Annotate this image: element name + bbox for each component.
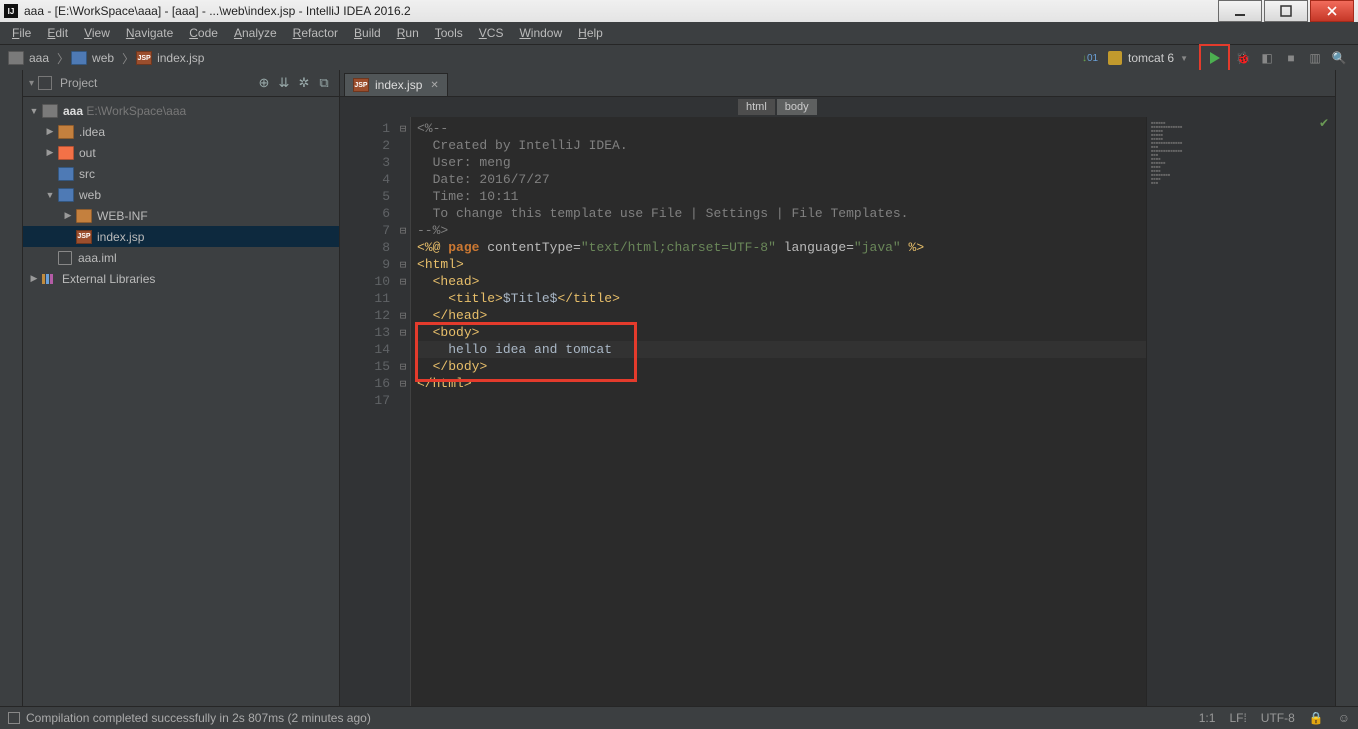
folder-src-icon <box>58 167 74 181</box>
menu-run[interactable]: Run <box>397 26 419 40</box>
menu-code[interactable]: Code <box>189 26 218 40</box>
editor-tab-indexjsp[interactable]: JSP index.jsp ✕ <box>344 73 448 96</box>
layout-button[interactable]: ▥ <box>1304 47 1326 69</box>
hector-icon[interactable]: ☺ <box>1338 711 1350 725</box>
code-content[interactable]: <%-- Created by IntelliJ IDEA. User: men… <box>411 117 1146 707</box>
coverage-button[interactable]: ◧ <box>1256 47 1278 69</box>
search-everywhere-button[interactable]: 🔍 <box>1328 47 1350 69</box>
tree-iml[interactable]: aaa.iml <box>23 247 339 268</box>
run-config-selector[interactable]: tomcat 6 ▼ <box>1101 49 1195 67</box>
hide-icon[interactable]: ⧉ <box>315 74 333 92</box>
folder-icon <box>58 146 74 160</box>
menu-window[interactable]: Window <box>519 26 562 40</box>
menu-edit[interactable]: Edit <box>47 26 68 40</box>
folder-icon <box>71 51 87 65</box>
module-icon <box>42 104 58 118</box>
menubar: File Edit View Navigate Code Analyze Ref… <box>0 22 1358 45</box>
breadcrumb-file[interactable]: JSPindex.jsp <box>136 51 204 65</box>
caret-position[interactable]: 1:1 <box>1199 711 1216 725</box>
menu-build[interactable]: Build <box>354 26 381 40</box>
right-tool-gutter[interactable] <box>1335 70 1358 707</box>
play-icon <box>1210 52 1220 64</box>
iml-icon <box>58 251 72 265</box>
tree-out[interactable]: ▶out <box>23 142 339 163</box>
status-bar: Compilation completed successfully in 2s… <box>0 706 1358 729</box>
crumb-body[interactable]: body <box>777 99 817 115</box>
chevron-down-icon[interactable]: ▾ <box>29 78 34 89</box>
panel-icon <box>38 76 52 90</box>
tree-idea[interactable]: ▶.idea <box>23 121 339 142</box>
line-ending[interactable]: LF⁞ <box>1229 711 1246 725</box>
menu-tools[interactable]: Tools <box>435 26 463 40</box>
scroll-from-source-icon[interactable]: ⊕ <box>255 74 273 92</box>
menu-vcs[interactable]: VCS <box>479 26 504 40</box>
menu-file[interactable]: File <box>12 26 31 40</box>
tree-webinf[interactable]: ▶WEB-INF <box>23 205 339 226</box>
menu-view[interactable]: View <box>84 26 110 40</box>
stop-button[interactable]: ■ <box>1280 47 1302 69</box>
chevron-down-icon: ▼ <box>1180 54 1188 63</box>
menu-navigate[interactable]: Navigate <box>126 26 173 40</box>
run-button[interactable] <box>1199 44 1230 72</box>
minimize-button[interactable] <box>1218 0 1262 22</box>
crumb-html[interactable]: html <box>738 99 775 115</box>
titlebar: IJ aaa - [E:\WorkSpace\aaa] - [aaa] - ..… <box>0 0 1358 22</box>
chevron-right-icon: 〉 <box>122 50 134 67</box>
collapse-all-icon[interactable]: ⇊ <box>275 74 293 92</box>
tree-indexjsp[interactable]: JSPindex.jsp <box>23 226 339 247</box>
settings-icon[interactable]: ✲ <box>295 74 313 92</box>
run-config-label: tomcat 6 <box>1128 51 1174 65</box>
breadcrumb-web[interactable]: web <box>71 51 114 65</box>
editor-tabs-bar: JSP index.jsp ✕ <box>340 70 1335 97</box>
tree-root[interactable]: ▼aaa E:\WorkSpace\aaa <box>23 100 339 121</box>
project-panel-title: Project <box>60 76 253 90</box>
editor-area: JSP index.jsp ✕ html body 12345678910111… <box>340 70 1335 707</box>
menu-help[interactable]: Help <box>578 26 603 40</box>
jsp-icon: JSP <box>76 230 92 244</box>
project-panel-header: ▾ Project ⊕ ⇊ ✲ ⧉ <box>23 70 339 97</box>
jsp-icon: JSP <box>136 51 152 65</box>
libraries-icon <box>42 274 56 284</box>
maximize-button[interactable] <box>1264 0 1308 22</box>
debug-button[interactable]: 🐞 <box>1232 47 1254 69</box>
line-number-gutter[interactable]: 1234567891011121314151617 <box>340 117 396 707</box>
window-title: aaa - [E:\WorkSpace\aaa] - [aaa] - ...\w… <box>24 4 1216 18</box>
file-encoding[interactable]: UTF-8 <box>1261 711 1295 725</box>
app-logo-icon: IJ <box>4 4 18 18</box>
tree-ext-libs[interactable]: ▶External Libraries <box>23 268 339 289</box>
inspection-ok-icon: ✔ <box>1319 121 1329 125</box>
left-tool-gutter[interactable] <box>0 70 23 707</box>
code-editor[interactable]: 1234567891011121314151617 ⊟ ⊟ ⊟⊟ ⊟⊟ ⊟⊟ <… <box>340 117 1335 707</box>
status-message: Compilation completed successfully in 2s… <box>26 711 371 725</box>
chevron-right-icon: 〉 <box>57 50 69 67</box>
menu-analyze[interactable]: Analyze <box>234 26 277 40</box>
editor-breadcrumbs: html body <box>340 97 1335 117</box>
tree-web[interactable]: ▼web <box>23 184 339 205</box>
project-sidebar: ▾ Project ⊕ ⇊ ✲ ⧉ ▼aaa E:\WorkSpace\aaa … <box>23 70 340 707</box>
tree-src[interactable]: src <box>23 163 339 184</box>
code-minimap[interactable]: ✔ ■■■■■■■■■■■■■■■■■■■■■■■■■■■■■■■■■■■■■■… <box>1146 117 1335 707</box>
folder-icon <box>58 125 74 139</box>
status-icon[interactable] <box>8 712 20 724</box>
update-icon[interactable]: ↓01 <box>1079 47 1101 69</box>
close-button[interactable] <box>1310 0 1354 22</box>
editor-tab-label: index.jsp <box>375 78 422 92</box>
folder-web-icon <box>58 188 74 202</box>
fold-gutter[interactable]: ⊟ ⊟ ⊟⊟ ⊟⊟ ⊟⊟ <box>396 117 411 707</box>
lock-icon[interactable]: 🔒 <box>1309 711 1324 725</box>
project-tree[interactable]: ▼aaa E:\WorkSpace\aaa ▶.idea ▶out src ▼w… <box>23 97 339 707</box>
jsp-icon: JSP <box>353 78 369 92</box>
tomcat-icon <box>1108 51 1122 65</box>
breadcrumb-root[interactable]: aaa <box>8 51 49 65</box>
folder-icon <box>8 51 24 65</box>
navigation-toolbar: aaa 〉 web 〉 JSPindex.jsp ↓01 tomcat 6 ▼ … <box>0 45 1358 72</box>
folder-icon <box>76 209 92 223</box>
menu-refactor[interactable]: Refactor <box>293 26 338 40</box>
close-tab-icon[interactable]: ✕ <box>430 80 438 91</box>
